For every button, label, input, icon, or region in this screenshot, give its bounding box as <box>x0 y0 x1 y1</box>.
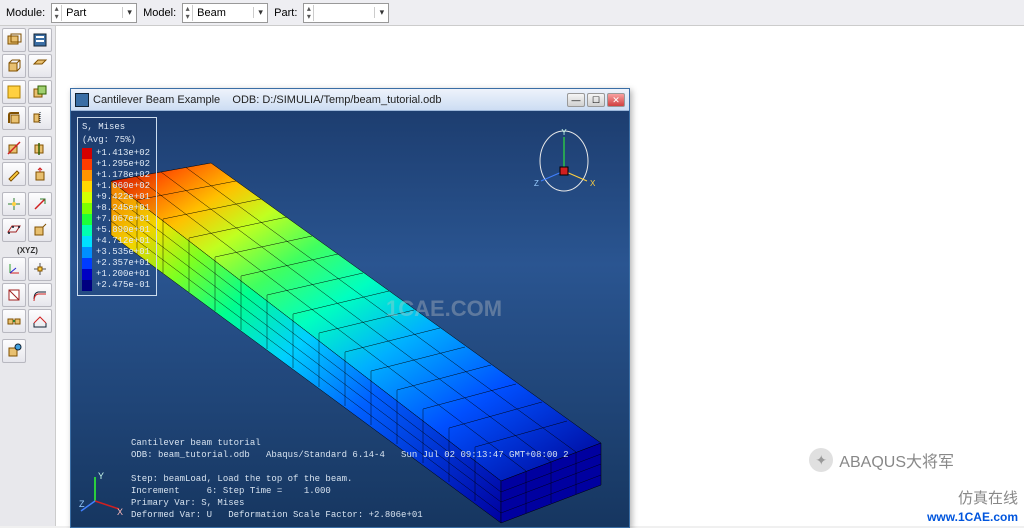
datum-plane-icon[interactable] <box>2 218 26 242</box>
partition-face-icon[interactable] <box>2 136 26 160</box>
legend-entry: +3.535e+01 <box>82 247 150 258</box>
legend-entry: +1.060e+02 <box>82 181 150 192</box>
partition-cell-icon[interactable] <box>28 136 52 160</box>
chevron-down-icon: ▾ <box>374 7 388 18</box>
create-solid-icon[interactable] <box>2 54 26 78</box>
workspace: Cantilever Beam Example ODB: D:/SIMULIA/… <box>56 26 1024 526</box>
reference-point-icon[interactable] <box>28 257 52 281</box>
create-part-icon[interactable] <box>2 28 26 52</box>
viewport-canvas[interactable]: S, Mises (Avg: 75%) +1.413e+02+1.295e+02… <box>71 111 629 527</box>
stitch-icon[interactable] <box>2 309 26 333</box>
offset-face-icon[interactable] <box>28 283 52 307</box>
legend-entry: +1.178e+02 <box>82 170 150 181</box>
viewport-titlebar[interactable]: Cantilever Beam Example ODB: D:/SIMULIA/… <box>71 89 629 111</box>
model-label: Model: <box>143 7 176 19</box>
credit-url: www.1CAE.com <box>927 510 1018 524</box>
legend-entry: +1.295e+02 <box>82 159 150 170</box>
legend-entry: +4.712e+01 <box>82 236 150 247</box>
module-toolbar: Module: ▴▾ Part ▾ Model: ▴▾ Beam ▾ Part:… <box>0 0 1024 26</box>
attachment-icon[interactable] <box>2 339 26 363</box>
result-annotation: Cantilever beam tutorial ODB: beam_tutor… <box>131 437 568 521</box>
stepper-icon: ▴▾ <box>183 5 193 21</box>
legend-entry: +2.475e-01 <box>82 280 150 291</box>
credit-cn: 仿真在线 <box>958 487 1018 508</box>
create-wire-icon[interactable] <box>2 80 26 104</box>
create-shell-icon[interactable] <box>28 54 52 78</box>
legend-entry: +2.357e+01 <box>82 258 150 269</box>
chevron-down-icon: ▾ <box>122 7 136 18</box>
part-manager-icon[interactable] <box>28 28 52 52</box>
viewport-title: Cantilever Beam Example ODB: D:/SIMULIA/… <box>93 94 567 106</box>
legend-entry: +9.422e+01 <box>82 192 150 203</box>
wechat-credit: ✦ ABAQUS大将军 <box>809 448 954 472</box>
datum-point-icon[interactable] <box>2 192 26 216</box>
legend-title: S, Mises <box>82 122 150 133</box>
legend-entry: +5.890e+01 <box>82 225 150 236</box>
minimize-button[interactable]: — <box>567 93 585 107</box>
window-icon <box>75 93 89 107</box>
part-label: Part: <box>274 7 297 19</box>
legend-subtitle: (Avg: 75%) <box>82 135 150 146</box>
viewport-window: Cantilever Beam Example ODB: D:/SIMULIA/… <box>70 88 630 528</box>
wechat-icon: ✦ <box>809 448 833 472</box>
stepper-icon: ▴▾ <box>304 5 314 21</box>
legend-entry: +8.245e+01 <box>82 203 150 214</box>
orientation-triad: Y X Z <box>79 471 123 515</box>
legend-entry: +1.200e+01 <box>82 269 150 280</box>
part-combo[interactable]: ▴▾ ▾ <box>303 3 389 23</box>
svg-text:X: X <box>590 179 596 188</box>
svg-text:X: X <box>117 507 123 515</box>
svg-text:Y: Y <box>98 471 104 481</box>
view-triad[interactable]: Y X Z <box>529 125 599 205</box>
create-cut-icon[interactable] <box>28 80 52 104</box>
create-mirror-icon[interactable] <box>28 106 52 130</box>
create-csys-icon[interactable] <box>2 257 26 281</box>
sketch-icon[interactable] <box>2 162 26 186</box>
xyz-label: (XYZ) <box>2 244 53 257</box>
model-value: Beam <box>193 7 253 19</box>
stepper-icon: ▴▾ <box>52 5 62 21</box>
svg-text:Z: Z <box>534 179 539 188</box>
legend-entry: +7.067e+01 <box>82 214 150 225</box>
datum-csys-icon[interactable] <box>28 218 52 242</box>
geometry-repair-icon[interactable] <box>28 309 52 333</box>
extrude-icon[interactable] <box>28 162 52 186</box>
maximize-button[interactable]: ☐ <box>587 93 605 107</box>
contour-legend: S, Mises (Avg: 75%) +1.413e+02+1.295e+02… <box>77 117 157 296</box>
module-combo[interactable]: ▴▾ Part ▾ <box>51 3 137 23</box>
close-button[interactable]: ✕ <box>607 93 625 107</box>
module-value: Part <box>62 7 122 19</box>
svg-text:Z: Z <box>79 499 85 509</box>
part-toolbox: (XYZ) <box>0 26 56 526</box>
create-round-icon[interactable] <box>2 106 26 130</box>
legend-entry: +1.413e+02 <box>82 148 150 159</box>
svg-text:Y: Y <box>561 128 567 137</box>
remove-face-icon[interactable] <box>2 283 26 307</box>
datum-axis-icon[interactable] <box>28 192 52 216</box>
model-combo[interactable]: ▴▾ Beam ▾ <box>182 3 268 23</box>
module-label: Module: <box>6 7 45 19</box>
chevron-down-icon: ▾ <box>253 7 267 18</box>
